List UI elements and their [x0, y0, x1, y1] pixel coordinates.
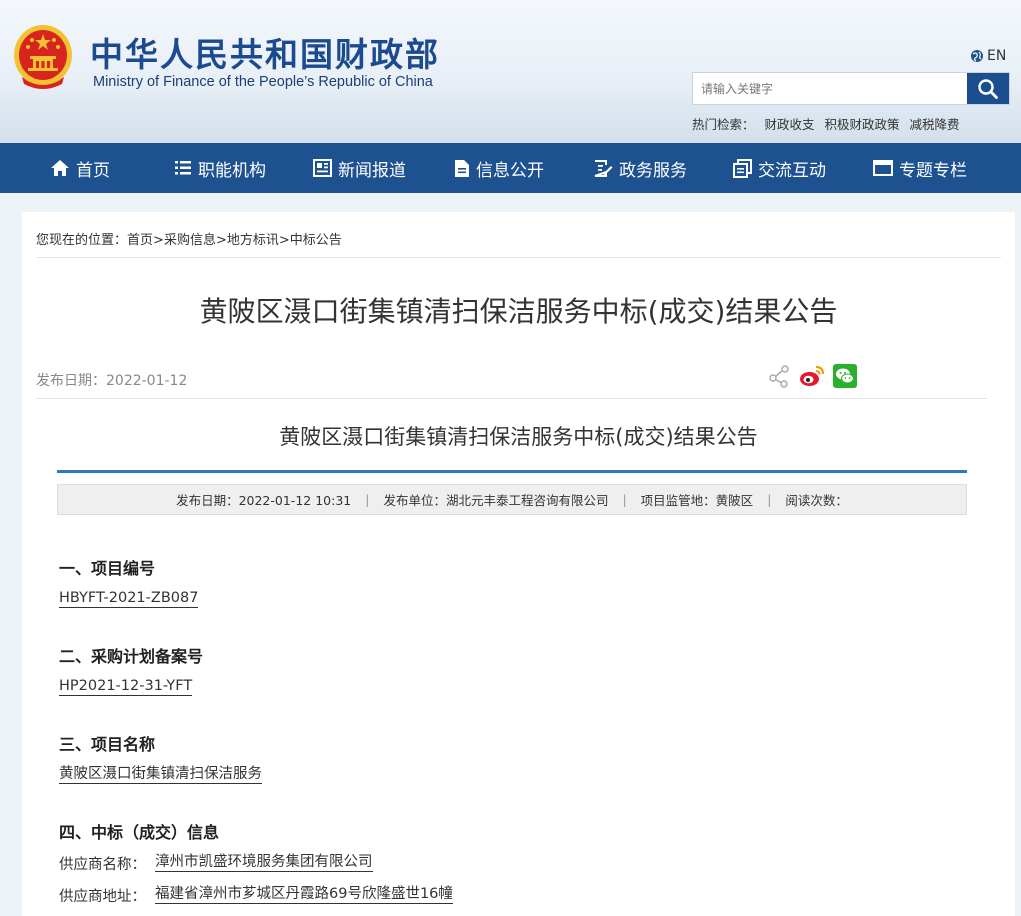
wechat-icon[interactable]: [833, 364, 857, 392]
hot-search-label: 热门检索：: [692, 117, 755, 132]
section-heading: 四、中标（成交）信息: [59, 823, 220, 842]
meta-publish-date: 发布日期：2022-01-12 10:31: [176, 493, 352, 508]
form-edit-icon: [594, 159, 613, 177]
search-button[interactable]: [967, 73, 1009, 104]
divider: [36, 398, 987, 399]
main-nav: 首页 职能机构 新闻报道 信息公开 政务服务 交流互动 专题专栏: [0, 143, 1021, 193]
article-meta-bar: 发布日期：2022-01-12 10:31 | 发布单位：湖北元丰泰工程咨询有限…: [57, 484, 967, 515]
section-heading: 一、项目编号: [59, 559, 156, 578]
list-icon: [175, 161, 191, 175]
project-number: HBYFT-2021-ZB087: [59, 590, 199, 608]
breadcrumb-item[interactable]: 首页: [127, 233, 153, 248]
search-input[interactable]: [693, 73, 969, 104]
breadcrumb-separator: >: [278, 233, 290, 248]
breadcrumb-prefix: 您现在的位置：: [36, 233, 128, 248]
share-icon[interactable]: [767, 364, 791, 392]
section-heading: 三、项目名称: [59, 735, 156, 754]
filing-number: HP2021-12-31-YFT: [59, 678, 193, 696]
search-box: [692, 72, 1010, 105]
hot-search-item[interactable]: 财政收支: [765, 114, 815, 133]
breadcrumb-item[interactable]: 采购信息: [164, 233, 216, 248]
language-label: EN: [987, 48, 1007, 64]
home-icon: [51, 160, 69, 176]
meta-region: 项目监管地：黄陂区: [640, 493, 754, 508]
nav-item-label: 交流互动: [758, 160, 826, 181]
weibo-icon[interactable]: [799, 365, 825, 391]
nav-item-functions[interactable]: 职能机构: [174, 143, 266, 193]
meta-publisher: 发布单位：湖北元丰泰工程咨询有限公司: [383, 493, 609, 508]
newspaper-icon: [313, 159, 332, 177]
supplier-name: 漳州市凯盛环境服务集团有限公司: [155, 854, 373, 872]
publish-date-value: 2022-01-12: [106, 373, 188, 389]
site-title-chinese[interactable]: 中华人民共和国财政部: [90, 28, 440, 76]
nav-item-home[interactable]: 首页: [50, 143, 110, 193]
supplier-address-label: 供应商地址：: [59, 889, 146, 905]
title-rule: [57, 470, 967, 473]
supplier-address: 福建省漳州市芗城区丹霞路69号欣隆盛世16幢: [155, 886, 453, 904]
breadcrumb-item[interactable]: 中标公告: [290, 233, 342, 248]
breadcrumb-separator: >: [215, 233, 227, 248]
supplier-name-label: 供应商名称：: [59, 857, 146, 873]
nav-item-label: 政务服务: [619, 160, 687, 181]
share-bar: [767, 364, 857, 392]
nav-item-disclosure[interactable]: 信息公开: [454, 143, 544, 193]
globe-icon: [971, 50, 983, 62]
nav-item-services[interactable]: 政务服务: [593, 143, 687, 193]
language-switch[interactable]: EN: [970, 48, 1006, 64]
publish-date: 发布日期：2022-01-12: [36, 370, 187, 390]
nav-item-special[interactable]: 专题专栏: [873, 143, 967, 193]
copy-icon: [733, 158, 752, 178]
nav-item-label: 专题专栏: [899, 160, 967, 181]
nav-item-interaction[interactable]: 交流互动: [733, 143, 826, 193]
nav-item-news[interactable]: 新闻报道: [313, 143, 406, 193]
page-title: 黄陂区滠口街集镇清扫保洁服务中标(成交)结果公告: [199, 295, 838, 328]
nav-item-label: 新闻报道: [338, 160, 406, 181]
meta-separator: |: [365, 492, 370, 507]
nav-item-label: 首页: [76, 160, 110, 181]
nav-item-label: 信息公开: [476, 160, 544, 181]
meta-separator: |: [767, 492, 772, 507]
site-title-english[interactable]: Ministry of Finance of the People’s Repu…: [93, 74, 433, 90]
hot-search-item[interactable]: 积极财政政策: [825, 114, 900, 133]
meta-views: 阅读次数：: [785, 493, 848, 508]
site-header: 中华人民共和国财政部 Ministry of Finance of the Pe…: [0, 0, 1021, 143]
breadcrumb-item[interactable]: 地方标讯: [227, 233, 279, 248]
project-name: 黄陂区滠口街集镇清扫保洁服务: [59, 766, 262, 784]
meta-separator: |: [622, 492, 627, 507]
hot-search: 热门检索： 财政收支 积极财政政策 减税降费: [692, 114, 960, 133]
breadcrumb-separator: >: [153, 233, 164, 248]
document-icon: [455, 159, 469, 177]
window-icon: [873, 160, 893, 176]
nav-item-label: 职能机构: [198, 160, 266, 181]
article-title: 黄陂区滠口街集镇清扫保洁服务中标(成交)结果公告: [279, 425, 758, 449]
publish-date-label: 发布日期：: [36, 373, 106, 389]
national-emblem-icon[interactable]: [12, 22, 74, 92]
divider: [36, 257, 1001, 258]
breadcrumb: 您现在的位置：首页>采购信息>地方标讯>中标公告: [36, 229, 342, 248]
hot-search-item[interactable]: 减税降费: [910, 114, 960, 133]
article-card: 您现在的位置：首页>采购信息>地方标讯>中标公告 黄陂区滠口街集镇清扫保洁服务中…: [22, 212, 1015, 916]
section-heading: 二、采购计划备案号: [59, 647, 204, 666]
search-icon: [978, 78, 998, 99]
